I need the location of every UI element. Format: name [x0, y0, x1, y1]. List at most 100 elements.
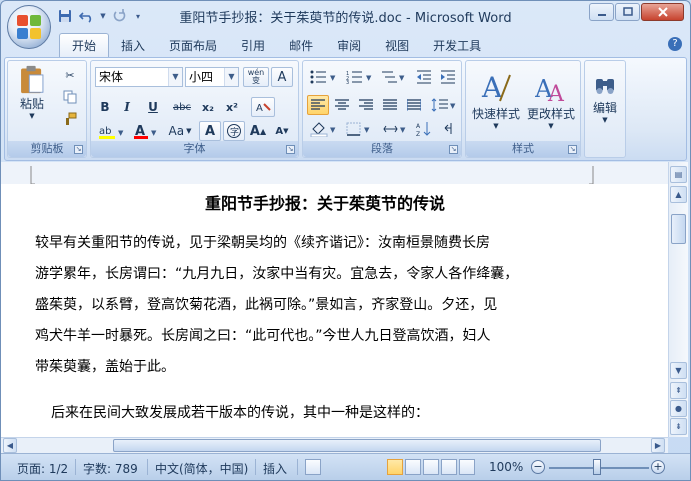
change-case-button[interactable]: Aa ▼	[165, 121, 195, 141]
character-border-button[interactable]: A	[271, 67, 293, 87]
group-styles-label: 样式	[466, 141, 580, 157]
tab-developer[interactable]: 开发工具	[421, 35, 493, 57]
previous-page-icon[interactable]: ⇞	[670, 382, 687, 399]
bullets-icon[interactable]: ▼	[307, 67, 341, 87]
tab-review[interactable]: 审阅	[325, 35, 373, 57]
tab-home[interactable]: 开始	[59, 33, 110, 57]
line-spacing-icon[interactable]: ▼	[429, 95, 459, 115]
scroll-up-icon[interactable]: ▲	[670, 186, 687, 203]
show-marks-icon[interactable]	[437, 119, 459, 139]
paste-button[interactable]: 粘贴 ▼	[12, 63, 52, 121]
sort-icon[interactable]: AZ	[413, 119, 435, 139]
undo-dropdown-icon[interactable]: ▼	[99, 7, 107, 25]
next-page-icon[interactable]: ⇟	[670, 418, 687, 435]
decrease-indent-icon[interactable]	[413, 67, 435, 87]
customize-icon[interactable]: ▾	[131, 7, 145, 25]
svg-text:▼: ▼	[330, 126, 336, 134]
bold-button[interactable]: B	[95, 97, 115, 117]
word-count[interactable]: 字数: 789	[83, 460, 138, 477]
font-color-button[interactable]: A ▼	[131, 121, 161, 141]
change-styles-label: 更改样式	[526, 106, 575, 121]
multilevel-list-icon[interactable]: ▼	[379, 67, 409, 87]
character-shading-button[interactable]: A	[199, 121, 221, 141]
font-name-combo[interactable]: 宋体 ▼	[95, 67, 183, 87]
web-layout-view-icon[interactable]	[423, 459, 439, 475]
draft-view-icon[interactable]	[459, 459, 475, 475]
vertical-scrollbar[interactable]: ▤ ▲ ▼ ⇞ ● ⇟	[668, 162, 688, 437]
status-divider	[75, 459, 76, 475]
shading-icon[interactable]: ▼	[307, 119, 341, 139]
restore-button[interactable]	[615, 3, 640, 21]
font-launcher-icon[interactable]: ↘	[286, 145, 295, 154]
scroll-left-icon[interactable]: ◀	[3, 438, 17, 453]
zoom-in-button[interactable]: +	[651, 460, 665, 474]
scroll-down-icon[interactable]: ▼	[670, 362, 687, 379]
language-indicator[interactable]: 中文(简体，中国)	[155, 460, 248, 477]
tab-references[interactable]: 引用	[229, 35, 277, 57]
chevron-down-icon: ▼	[224, 68, 238, 86]
tab-mailings[interactable]: 邮件	[277, 35, 325, 57]
tab-view[interactable]: 视图	[373, 35, 421, 57]
subscript-button[interactable]: x₂	[197, 97, 219, 117]
increase-indent-icon[interactable]	[437, 67, 459, 87]
horizontal-scroll-thumb[interactable]	[113, 439, 601, 452]
select-browse-object-icon[interactable]: ●	[670, 400, 687, 417]
insert-mode[interactable]: 插入	[263, 460, 287, 477]
format-painter-icon[interactable]	[58, 109, 82, 129]
editing-button[interactable]: 编辑 ▼	[587, 65, 623, 131]
align-center-icon[interactable]	[331, 95, 353, 115]
align-left-icon[interactable]	[307, 95, 329, 115]
phonetic-guide-button[interactable]: wén 变	[243, 67, 269, 87]
distributed-icon[interactable]	[403, 95, 425, 115]
help-icon[interactable]: ?	[668, 37, 682, 51]
justify-icon[interactable]	[379, 95, 401, 115]
tab-page-layout[interactable]: 页面布局	[157, 35, 229, 57]
minimize-button[interactable]	[589, 3, 614, 21]
scroll-right-icon[interactable]: ▶	[651, 438, 665, 453]
clear-formatting-icon[interactable]: A	[251, 97, 275, 117]
highlight-button[interactable]: ab ▼	[95, 121, 129, 141]
chinese-layout-icon[interactable]: ▼	[381, 119, 411, 139]
group-font-label: 字体	[91, 141, 298, 157]
cut-icon[interactable]: ✂	[58, 65, 82, 85]
paragraph-launcher-icon[interactable]: ↘	[449, 145, 458, 154]
horizontal-scrollbar[interactable]: ◀ ▶	[1, 437, 668, 453]
undo-icon[interactable]	[77, 7, 97, 25]
grow-font-button[interactable]: A ▲	[247, 121, 269, 141]
outline-view-icon[interactable]	[441, 459, 457, 475]
document-page[interactable]: 重阳节手抄报：关于茱萸节的传说 较早有关重阳节的传说，见于梁朝吴均的《续齐谐记》…	[11, 184, 659, 444]
full-screen-reading-view-icon[interactable]	[405, 459, 421, 475]
enclose-character-icon[interactable]: 字	[223, 121, 245, 141]
vertical-scroll-thumb[interactable]	[671, 214, 686, 244]
italic-button[interactable]: I	[117, 97, 137, 117]
underline-button[interactable]: U	[139, 97, 167, 117]
save-icon[interactable]	[55, 7, 75, 25]
shrink-font-button[interactable]: A ▼	[271, 121, 293, 141]
quick-styles-button[interactable]: A 快速样式 ▼	[470, 65, 522, 135]
styles-launcher-icon[interactable]: ↘	[568, 145, 577, 154]
clipboard-launcher-icon[interactable]: ↘	[74, 145, 83, 154]
change-styles-button[interactable]: AA 更改样式 ▼	[524, 65, 578, 135]
copy-icon[interactable]	[58, 87, 82, 107]
page-count[interactable]: 页面: 1/2	[17, 460, 68, 477]
word-window: 重阳节手抄报：关于茱萸节的传说.doc - Microsoft Word ▼ ▾	[0, 0, 691, 481]
print-layout-view-icon[interactable]	[387, 459, 403, 475]
office-logo-icon	[16, 14, 42, 40]
zoom-level[interactable]: 100%	[489, 460, 523, 474]
redo-icon[interactable]	[109, 7, 129, 25]
font-size-combo[interactable]: 小四 ▼	[185, 67, 239, 87]
align-right-icon[interactable]	[355, 95, 377, 115]
macro-record-icon[interactable]	[305, 459, 321, 475]
svg-text:▼: ▼	[364, 126, 370, 134]
ruler-toggle-icon[interactable]: ▤	[670, 166, 687, 183]
office-button[interactable]	[7, 5, 51, 49]
superscript-button[interactable]: x²	[221, 97, 243, 117]
close-button[interactable]	[641, 3, 684, 21]
borders-icon[interactable]: ▼	[343, 119, 377, 139]
zoom-slider-thumb[interactable]	[593, 459, 601, 475]
numbering-icon[interactable]: 1 2 3 ▼	[343, 67, 377, 87]
status-divider	[255, 459, 256, 475]
tab-insert[interactable]: 插入	[109, 35, 157, 57]
zoom-out-button[interactable]: −	[531, 460, 545, 474]
strikethrough-button[interactable]: abc	[169, 97, 195, 117]
